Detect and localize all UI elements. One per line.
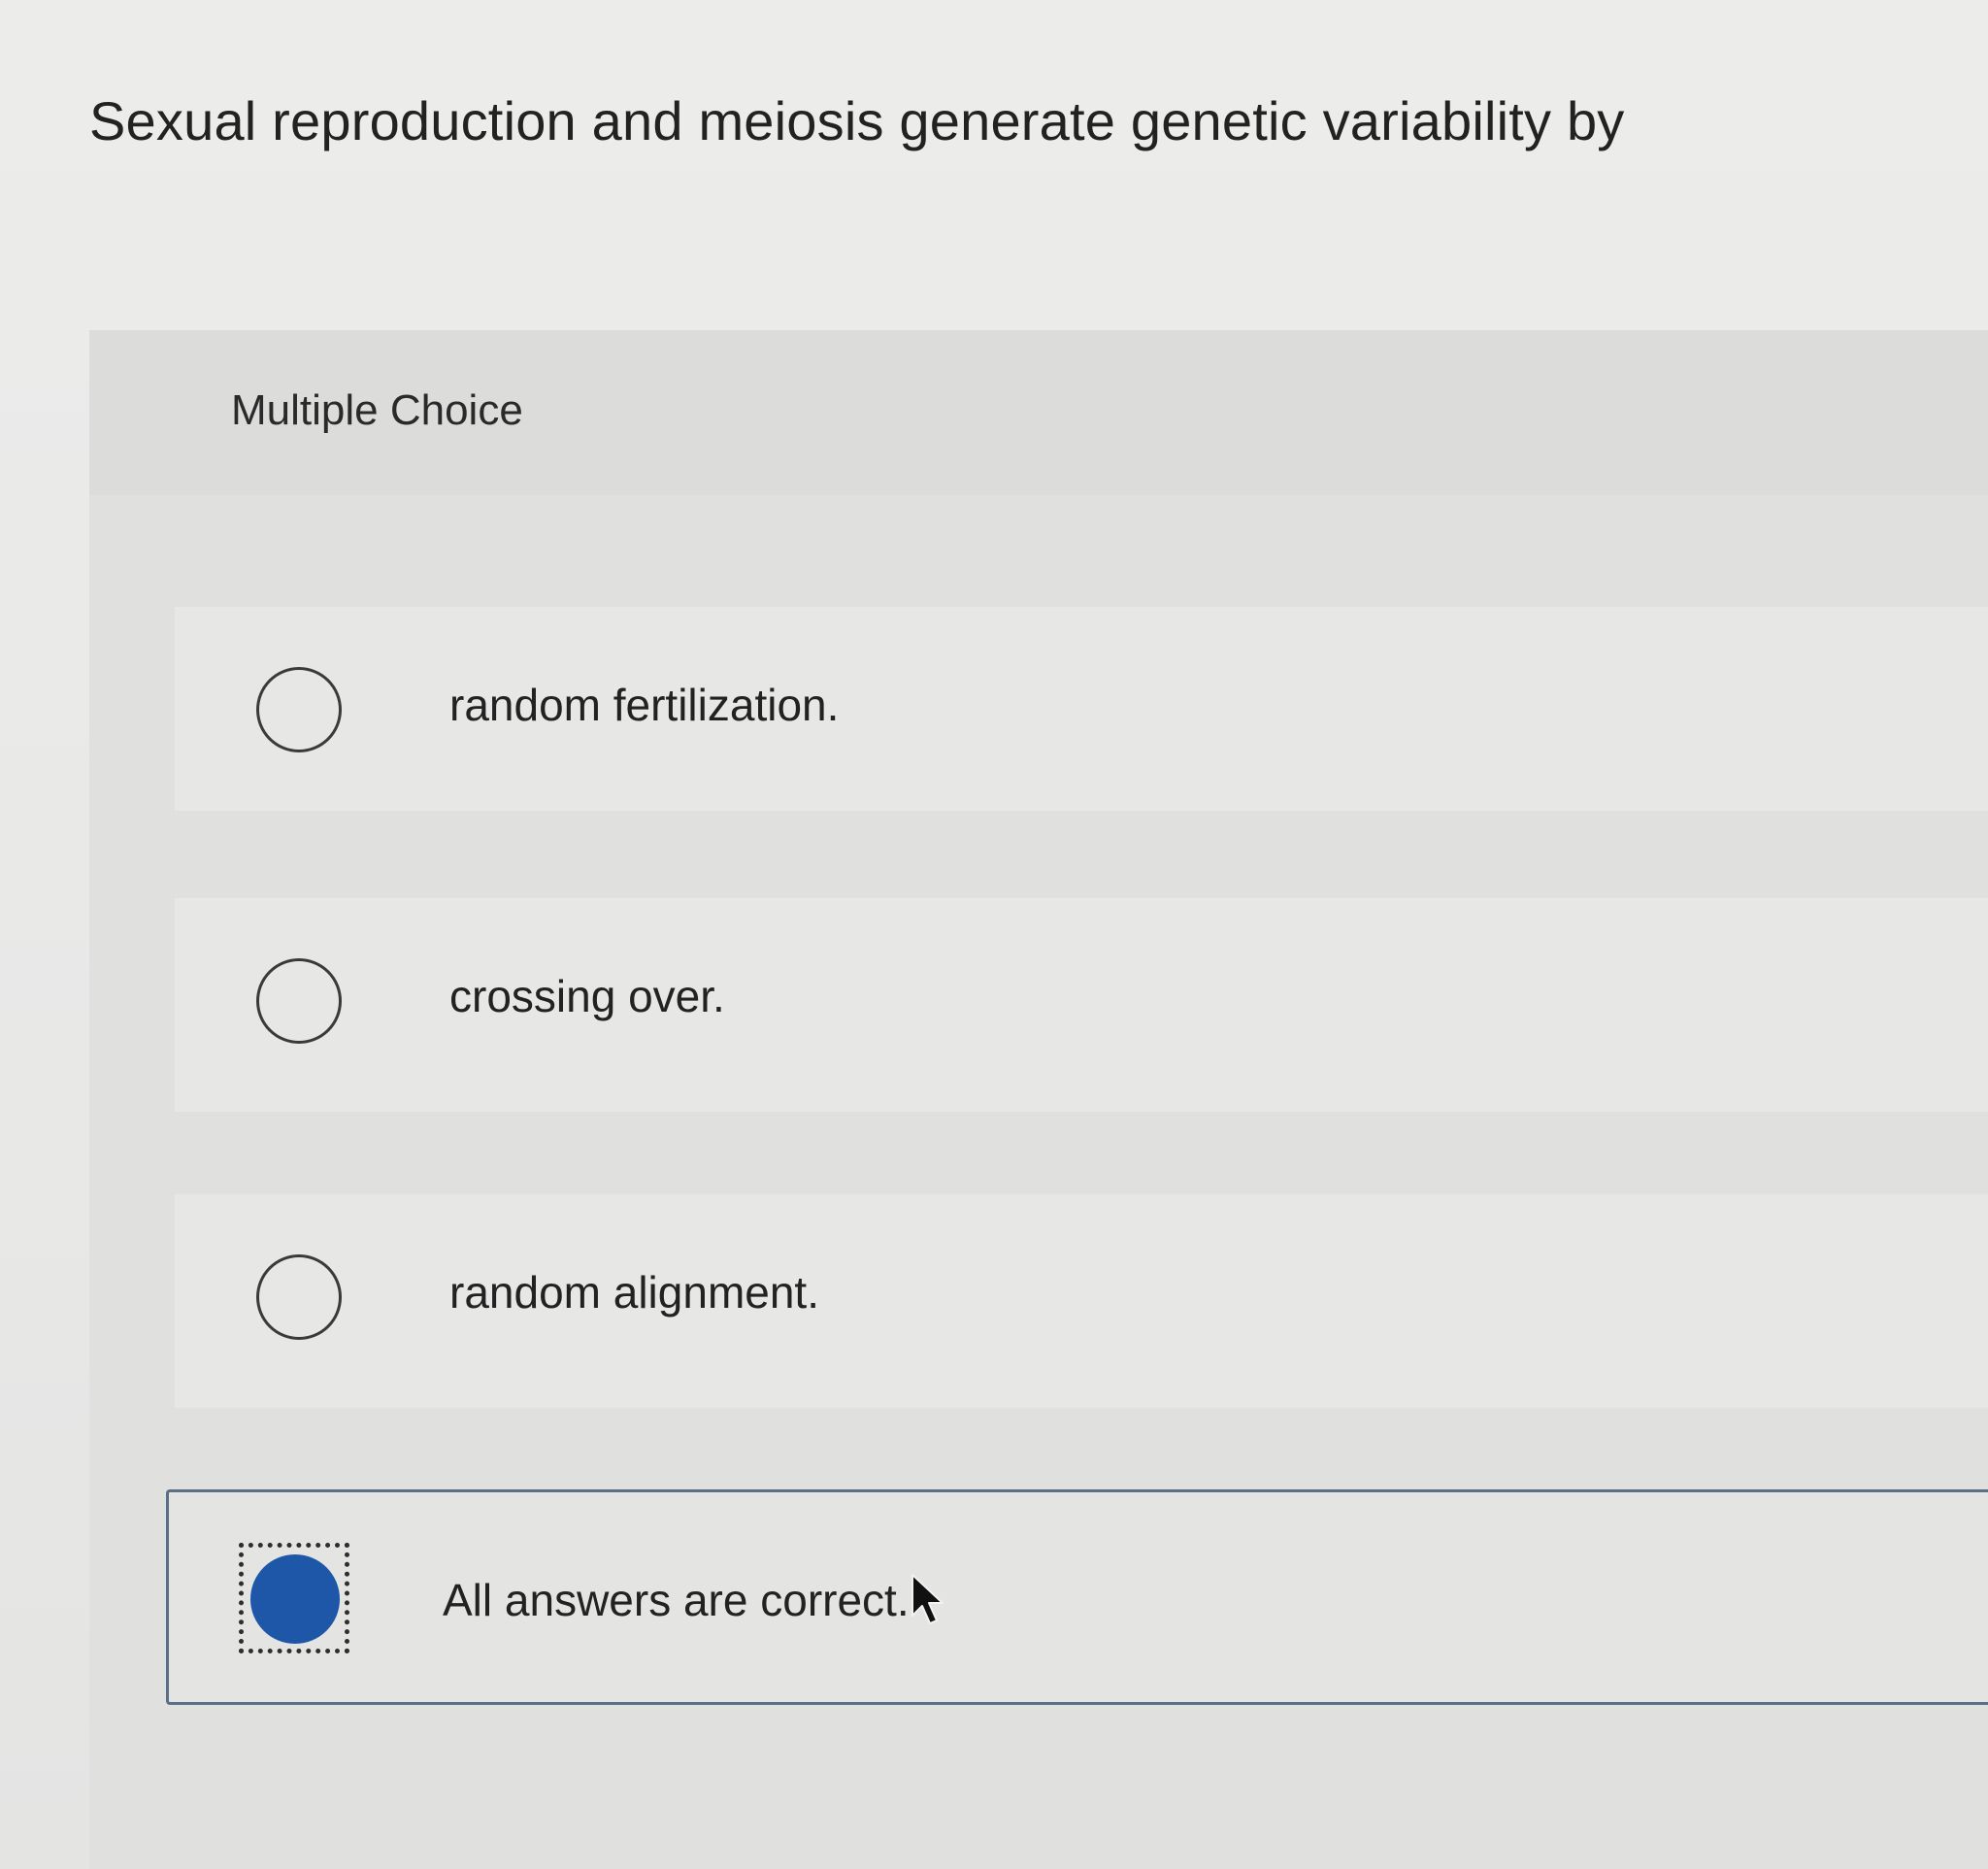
radio-empty-icon[interactable] [256,958,342,1044]
option-random-alignment[interactable]: random alignment. [175,1194,1988,1408]
option-crossing-over[interactable]: crossing over. [175,898,1988,1112]
page: Sexual reproduction and meiosis generate… [0,0,1988,1869]
question-text: Sexual reproduction and meiosis generate… [89,90,1625,151]
radio-filled-icon[interactable] [250,1554,340,1644]
option-random-fertilization[interactable]: random fertilization. [175,607,1988,811]
option-label: random alignment. [449,1267,819,1318]
multiple-choice-header: Multiple Choice [89,330,1988,495]
option-all-answers-correct[interactable]: All answers are correct. [166,1489,1988,1705]
radio-empty-icon[interactable] [256,1254,342,1340]
multiple-choice-label: Multiple Choice [231,386,523,434]
mouse-pointer-icon [911,1574,944,1624]
option-label: All answers are correct. [443,1575,910,1625]
radio-empty-icon[interactable] [256,667,342,752]
option-label: crossing over. [449,971,725,1021]
option-label: random fertilization. [449,680,840,730]
